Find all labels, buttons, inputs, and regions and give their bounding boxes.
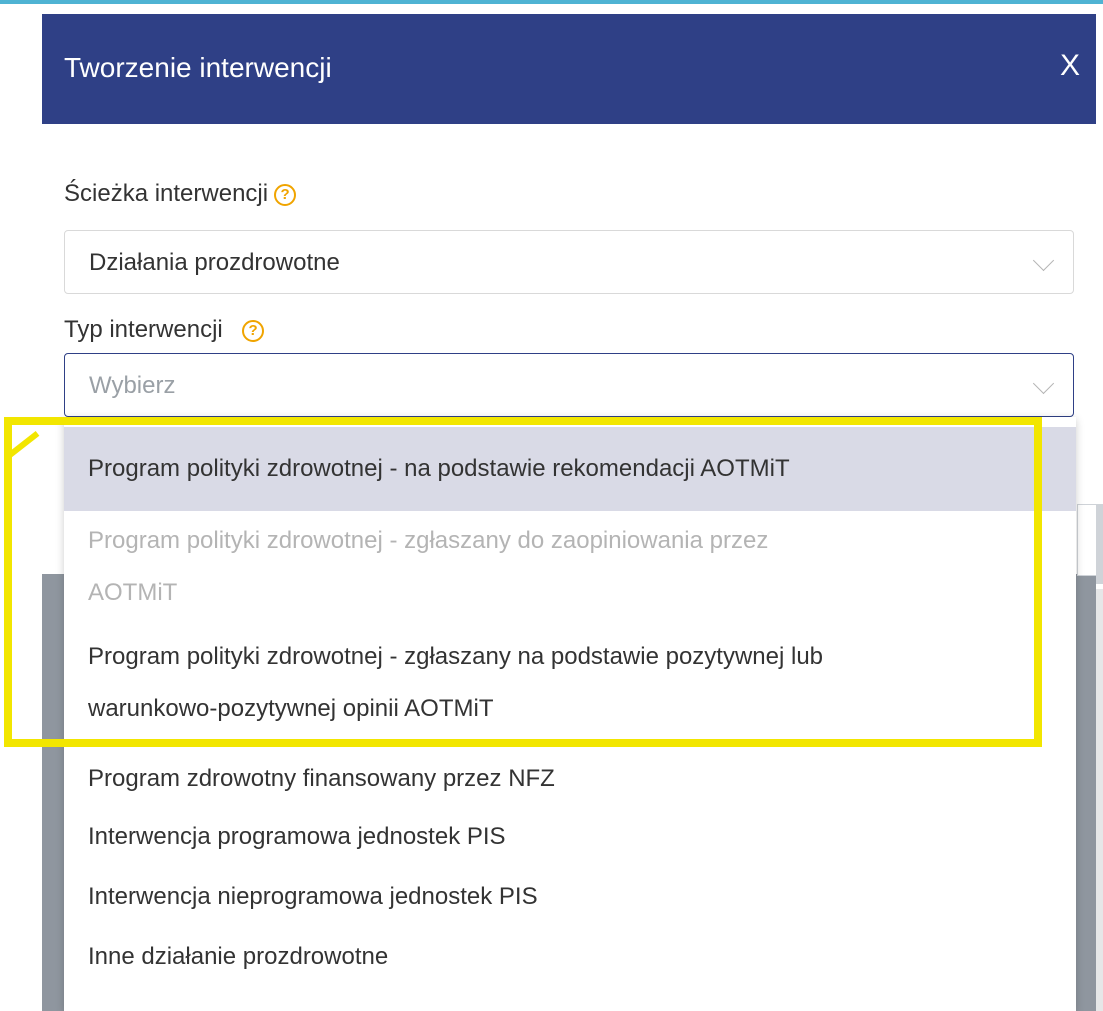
intervention-type-placeholder: Wybierz — [89, 372, 176, 399]
intervention-path-label: Ścieżka interwencji? — [64, 180, 297, 208]
intervention-path-label-text: Ścieżka interwencji — [64, 180, 269, 207]
dropdown-option-line: Interwencja programowa jednostek PIS — [88, 823, 506, 850]
chevron-down-icon — [1032, 372, 1055, 395]
dropdown-option[interactable]: Program zdrowotny finansowany przez NFZ — [64, 753, 1076, 809]
dropdown-option[interactable]: Program polityki zdrowotnej - zgłaszany … — [64, 627, 1076, 741]
background-edge-lower — [1096, 589, 1103, 1011]
dropdown-option-line: warunkowo-pozytywnej opinii AOTMiT — [88, 695, 494, 722]
dropdown-option[interactable]: Inne działanie prozdrowotne — [64, 931, 1076, 987]
dropdown-option-line: Interwencja nieprogramowa jednostek PIS — [88, 883, 538, 910]
partially-hidden-button — [1077, 504, 1096, 576]
intervention-path-value: Działania prozdrowotne — [89, 249, 340, 276]
dropdown-option-line: Program zdrowotny finansowany przez NFZ — [88, 765, 555, 792]
dropdown-option-line: AOTMiT — [88, 579, 178, 606]
background-edge — [1096, 504, 1103, 584]
dropdown-option-line: Program polityki zdrowotnej - zgłaszany … — [88, 643, 824, 670]
dropdown-option-disabled: Program polityki zdrowotnej - zgłaszany … — [64, 513, 1076, 625]
modal-title: Tworzenie interwencji — [64, 52, 332, 83]
dropdown-option-line: Program polityki zdrowotnej - na podstaw… — [88, 455, 790, 482]
intervention-path-select[interactable]: Działania prozdrowotne — [64, 230, 1074, 294]
modal-header: Tworzenie interwencji X — [42, 14, 1096, 124]
intervention-type-dropdown: Program polityki zdrowotnej - na podstaw… — [64, 417, 1076, 1011]
top-accent-bar — [0, 0, 1103, 14]
create-intervention-modal: Tworzenie interwencji X Ścieżka interwen… — [42, 14, 1096, 1011]
dropdown-option[interactable]: Interwencja nieprogramowa jednostek PIS — [64, 871, 1076, 927]
intervention-type-select[interactable]: Wybierz — [64, 353, 1074, 417]
help-icon[interactable]: ? — [274, 184, 297, 206]
dropdown-option-line: Program polityki zdrowotnej - zgłaszany … — [88, 527, 769, 554]
close-icon[interactable]: X — [1052, 48, 1088, 84]
help-icon[interactable]: ? — [242, 320, 265, 342]
background-right — [1096, 14, 1103, 1011]
accent-line — [0, 0, 1103, 4]
chevron-down-icon — [1032, 249, 1055, 272]
intervention-type-label: Typ interwencji ? — [64, 316, 265, 344]
background-left — [0, 14, 42, 1011]
dropdown-option[interactable]: Interwencja programowa jednostek PIS — [64, 811, 1076, 867]
dropdown-option[interactable]: Program polityki zdrowotnej - na podstaw… — [64, 427, 1076, 511]
dropdown-option-line: Inne działanie prozdrowotne — [88, 943, 389, 970]
intervention-type-label-text: Typ interwencji — [64, 316, 223, 343]
